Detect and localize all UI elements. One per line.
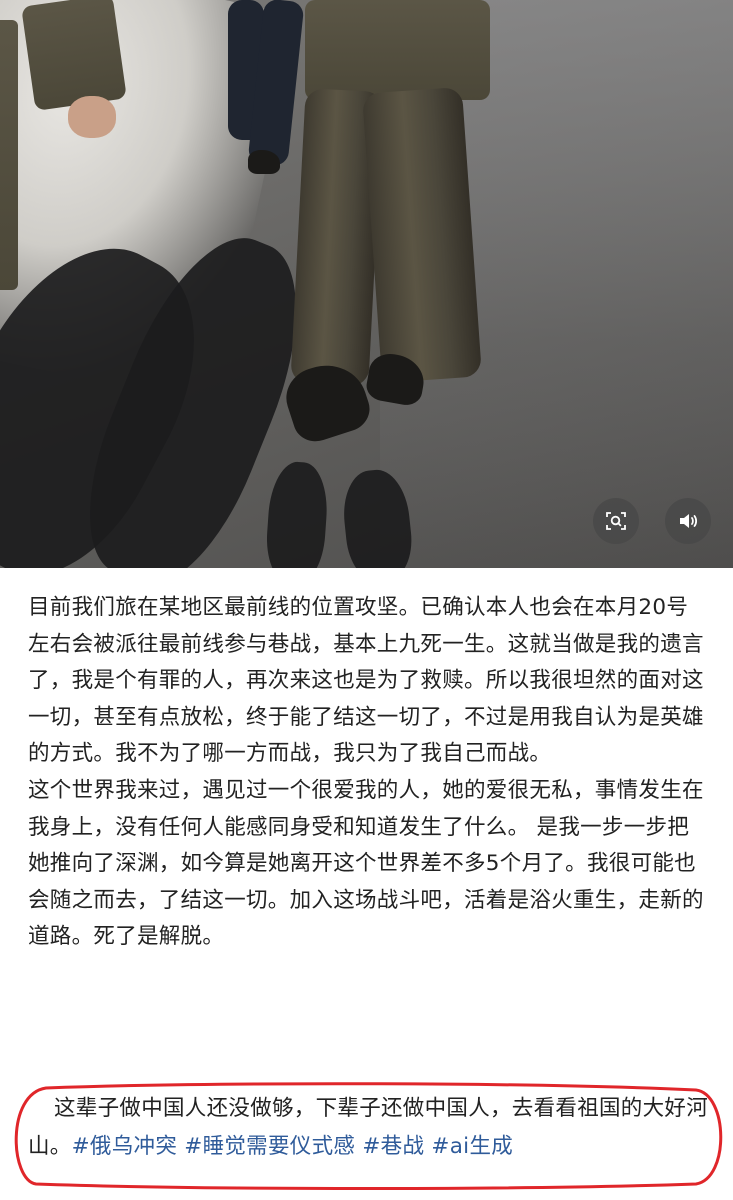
left-soldier-hand (68, 96, 116, 138)
hashtag-link[interactable]: #ai生成 (431, 1134, 513, 1159)
highlighted-closing: 这辈子做中国人还没做够，下辈子还做中国人，去看看祖国的大好河山。#俄乌冲突 #睡… (6, 1080, 730, 1192)
soldier-jacket (305, 0, 490, 100)
dark-boot (248, 150, 280, 174)
shadow-right (263, 460, 331, 568)
left-edge-soldier (0, 20, 18, 290)
left-soldier-arm (21, 0, 127, 111)
post-photo[interactable] (0, 0, 733, 568)
scan-image-button[interactable] (593, 498, 639, 544)
scan-image-icon (606, 512, 626, 530)
post-body: 目前我们旅在某地区最前线的位置攻坚。已确认本人也会在本月20号左右会被派往最前线… (28, 590, 708, 956)
sound-button[interactable] (665, 498, 711, 544)
closing-line: 这辈子做中国人还没做够，下辈子还做中国人，去看看祖国的大好河山。#俄乌冲突 #睡… (28, 1090, 718, 1166)
paragraph-1: 目前我们旅在某地区最前线的位置攻坚。已确认本人也会在本月20号左右会被派往最前线… (28, 595, 704, 767)
hashtag-link[interactable]: #睡觉需要仪式感 (184, 1134, 355, 1159)
speaker-icon (680, 514, 698, 528)
hashtag-link[interactable]: #俄乌冲突 (72, 1134, 178, 1159)
hashtag-link[interactable]: #巷战 (362, 1134, 424, 1159)
soldier-leg-right (362, 86, 482, 384)
paragraph-2: 这个世界我来过，遇见过一个很爱我的人，她的爱很无私，事情发生在我身上，没有任何人… (28, 777, 704, 950)
